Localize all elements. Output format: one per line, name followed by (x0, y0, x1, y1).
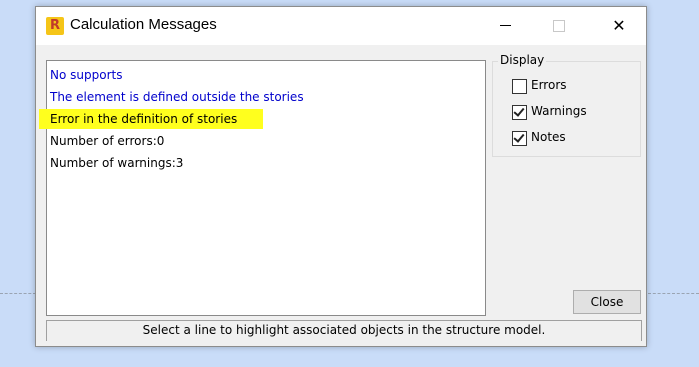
check-mark-icon (513, 131, 525, 143)
maximize-icon (553, 20, 565, 32)
title-bar[interactable]: R Calculation Messages ✕ (36, 7, 646, 45)
display-group-label: Display (498, 53, 547, 67)
errors-checkbox[interactable] (512, 79, 527, 94)
message-line[interactable]: The element is defined outside the stori… (50, 87, 304, 107)
calculation-messages-dialog: R Calculation Messages ✕ No supports The… (35, 6, 647, 347)
maximize-button[interactable] (536, 7, 582, 45)
notes-checkbox-label: Notes (531, 130, 566, 144)
background-dashed-line-left (0, 293, 36, 294)
close-icon: ✕ (612, 16, 626, 35)
warnings-checkbox-label: Warnings (531, 104, 587, 118)
notes-checkbox[interactable] (512, 131, 527, 146)
errors-checkbox-label: Errors (531, 78, 567, 92)
status-bar: Select a line to highlight associated ob… (46, 320, 642, 341)
messages-list[interactable]: No supports The element is defined outsi… (39, 60, 486, 316)
status-text: Select a line to highlight associated ob… (142, 323, 546, 337)
check-mark-icon (513, 105, 525, 117)
app-logo-icon: R (46, 17, 64, 35)
minimize-icon (500, 25, 511, 26)
background-dashed-line-right (648, 293, 699, 294)
message-line[interactable]: Number of errors:0 (50, 131, 164, 151)
minimize-button[interactable] (482, 7, 528, 45)
close-button[interactable]: Close (573, 290, 641, 314)
message-line-highlighted[interactable]: Error in the definition of stories (39, 109, 264, 129)
warnings-checkbox[interactable] (512, 105, 527, 120)
close-window-button[interactable]: ✕ (596, 7, 642, 45)
window-title: Calculation Messages (70, 16, 217, 33)
message-line[interactable]: No supports (50, 65, 122, 85)
message-line[interactable]: Number of warnings:3 (50, 153, 183, 173)
